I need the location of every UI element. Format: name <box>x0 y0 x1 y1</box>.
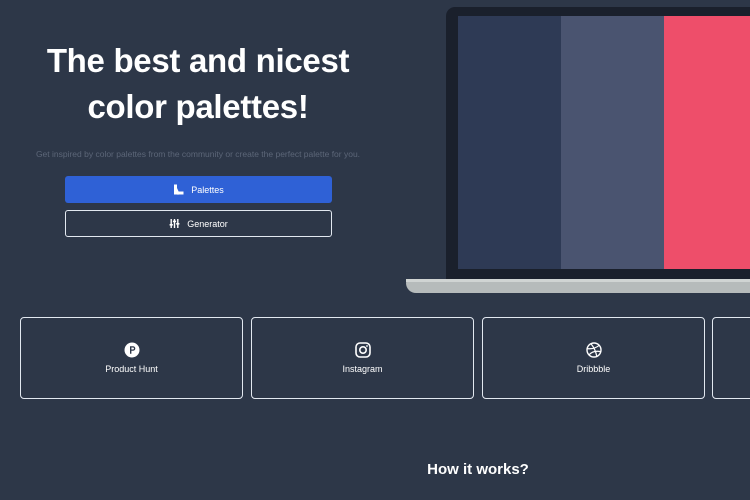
partial-link-card[interactable] <box>712 317 750 399</box>
dribbble-label: Dribbble <box>576 364 611 374</box>
hero-title-line-1: The best and nicest <box>46 42 350 79</box>
dribbble-icon <box>585 342 602 358</box>
sliders-icon <box>169 218 180 229</box>
palettes-button[interactable]: Palettes <box>65 176 332 203</box>
dribbble-card[interactable]: Dribbble <box>482 317 705 399</box>
product-hunt-label: Product Hunt <box>105 364 158 374</box>
laptop-base-lip <box>406 279 750 282</box>
hero-title-line-2: color palettes! <box>87 88 309 125</box>
instagram-label: Instagram <box>342 364 383 374</box>
generator-button-label: Generator <box>187 218 228 229</box>
palette-swatch-1 <box>458 16 561 269</box>
instagram-icon <box>354 342 371 358</box>
hero-subtitle: Get inspired by color palettes from the … <box>35 149 361 159</box>
generator-button[interactable]: Generator <box>65 210 332 237</box>
instagram-card[interactable]: Instagram <box>251 317 474 399</box>
palette-swatch-3 <box>664 16 750 269</box>
product-hunt-card[interactable]: Product Hunt <box>20 317 243 399</box>
page: The best and nicest color palettes! Get … <box>0 0 750 500</box>
hero-title: The best and nicest color palettes! <box>0 38 396 130</box>
palette-swatch-2 <box>561 16 664 269</box>
product-hunt-icon <box>124 342 140 358</box>
how-it-works-title: How it works? <box>427 461 529 478</box>
palettes-icon <box>173 184 184 195</box>
palettes-button-label: Palettes <box>191 184 224 195</box>
